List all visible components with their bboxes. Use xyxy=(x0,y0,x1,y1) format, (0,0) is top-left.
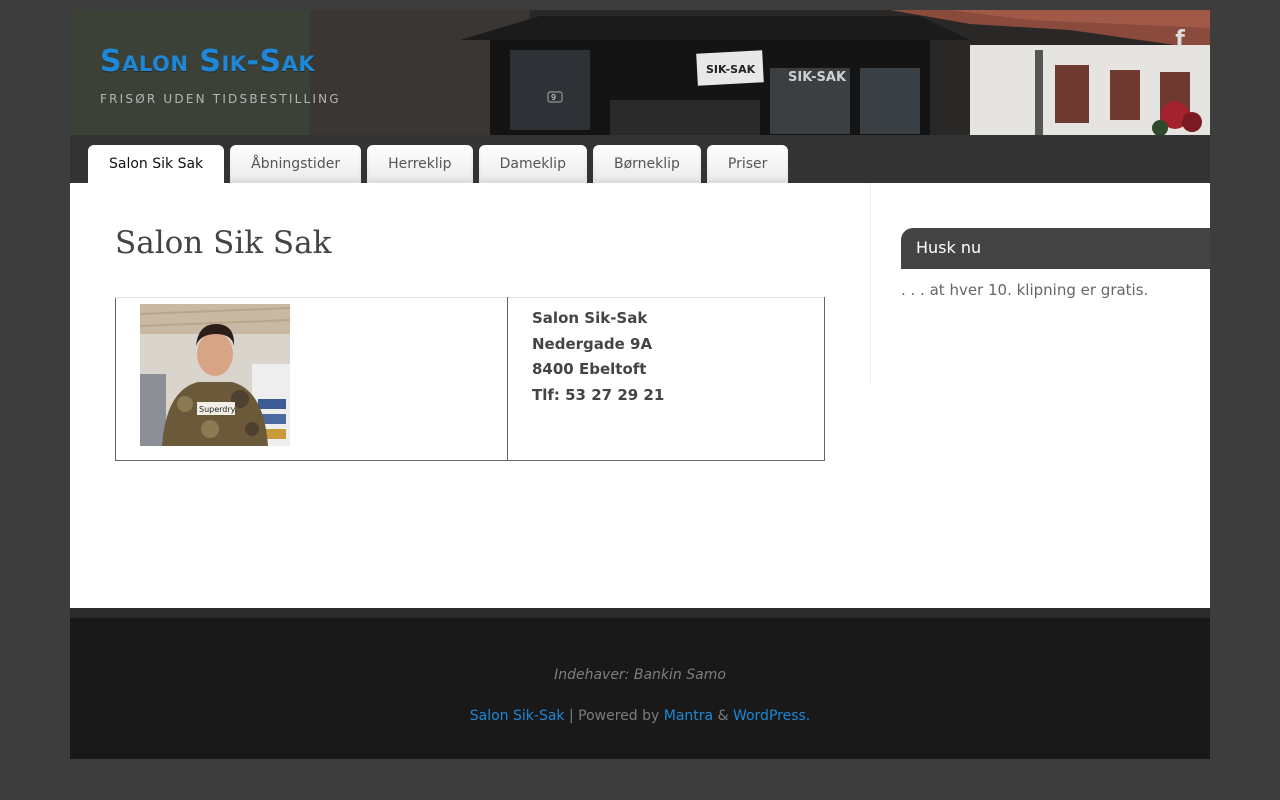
site-tagline: Frisør uden tidsbestilling xyxy=(100,92,341,106)
nav-item-borneklip[interactable]: Børneklip xyxy=(592,145,701,183)
shop-sign-text: SIK-SAK xyxy=(706,63,756,76)
footer-credits: Salon Sik-Sak | Powered by Mantra & Word… xyxy=(70,708,1210,724)
footer-wordpress-link[interactable]: WordPress. xyxy=(733,708,810,724)
site-header: SIK-SAK SIK-SAK 9 Salon Sik-Sak Frisør u… xyxy=(70,10,1210,135)
facebook-icon[interactable]: f xyxy=(1168,28,1192,52)
address-name: Salon Sik-Sak xyxy=(532,309,648,327)
footer-divider xyxy=(70,608,1210,618)
footer-separator: | xyxy=(568,708,574,724)
nav-item-salon-sik-sak[interactable]: Salon Sik Sak xyxy=(88,145,225,183)
footer-ampersand: & xyxy=(717,708,729,724)
owner-photo: Superdry. xyxy=(140,304,290,446)
nav-item-abningstider[interactable]: Åbningstider xyxy=(230,145,362,183)
photo-cell: Superdry. xyxy=(115,297,508,461)
footer-theme-link[interactable]: Mantra xyxy=(664,708,713,724)
shop-sign-text-2: SIK-SAK xyxy=(788,70,847,85)
house-number: 9 xyxy=(551,93,556,102)
shirt-logo-text: Superdry. xyxy=(199,405,237,414)
footer-site-link[interactable]: Salon Sik-Sak xyxy=(470,708,565,724)
page-wrapper: SIK-SAK SIK-SAK 9 Salon Sik-Sak Frisør u… xyxy=(70,10,1210,759)
nav-item-dameklip[interactable]: Dameklip xyxy=(478,145,587,183)
nav-item-herreklip[interactable]: Herreklip xyxy=(367,145,473,183)
nav-item-priser[interactable]: Priser xyxy=(706,145,789,183)
nav-menu: Salon Sik Sak Åbningstider Herreklip Dam… xyxy=(88,145,794,183)
address-street: Nedergade 9A xyxy=(532,334,653,353)
main-navigation: Salon Sik Sak Åbningstider Herreklip Dam… xyxy=(70,135,1210,183)
site-title[interactable]: Salon Sik-Sak xyxy=(100,44,315,79)
page-title: Salon Sik Sak xyxy=(115,225,332,261)
address-phone: Tlf: 53 27 29 21 xyxy=(532,385,665,404)
address-cell: Salon Sik-Sak Nedergade 9A 8400 Ebeltoft… xyxy=(507,297,825,461)
site-footer: Indehaver: Bankin Samo Salon Sik-Sak | P… xyxy=(70,618,1210,759)
table-row: Superdry. Salon Sik-Sak Nedergade 9A 840… xyxy=(115,297,825,461)
info-table: Superdry. Salon Sik-Sak Nedergade 9A 840… xyxy=(115,297,825,461)
widget-title: Husk nu xyxy=(901,228,1210,269)
address-city: 8400 Ebeltoft xyxy=(532,360,647,379)
footer-owner: Indehaver: Bankin Samo xyxy=(554,667,726,683)
widget-text: . . . at hver 10. klipning er gratis. xyxy=(901,281,1149,299)
sidebar-divider xyxy=(870,183,871,383)
main-content: Salon Sik Sak Superdry. Salon Sik-Sak Ne… xyxy=(70,183,1210,608)
footer-powered-by: Powered by xyxy=(578,708,660,724)
